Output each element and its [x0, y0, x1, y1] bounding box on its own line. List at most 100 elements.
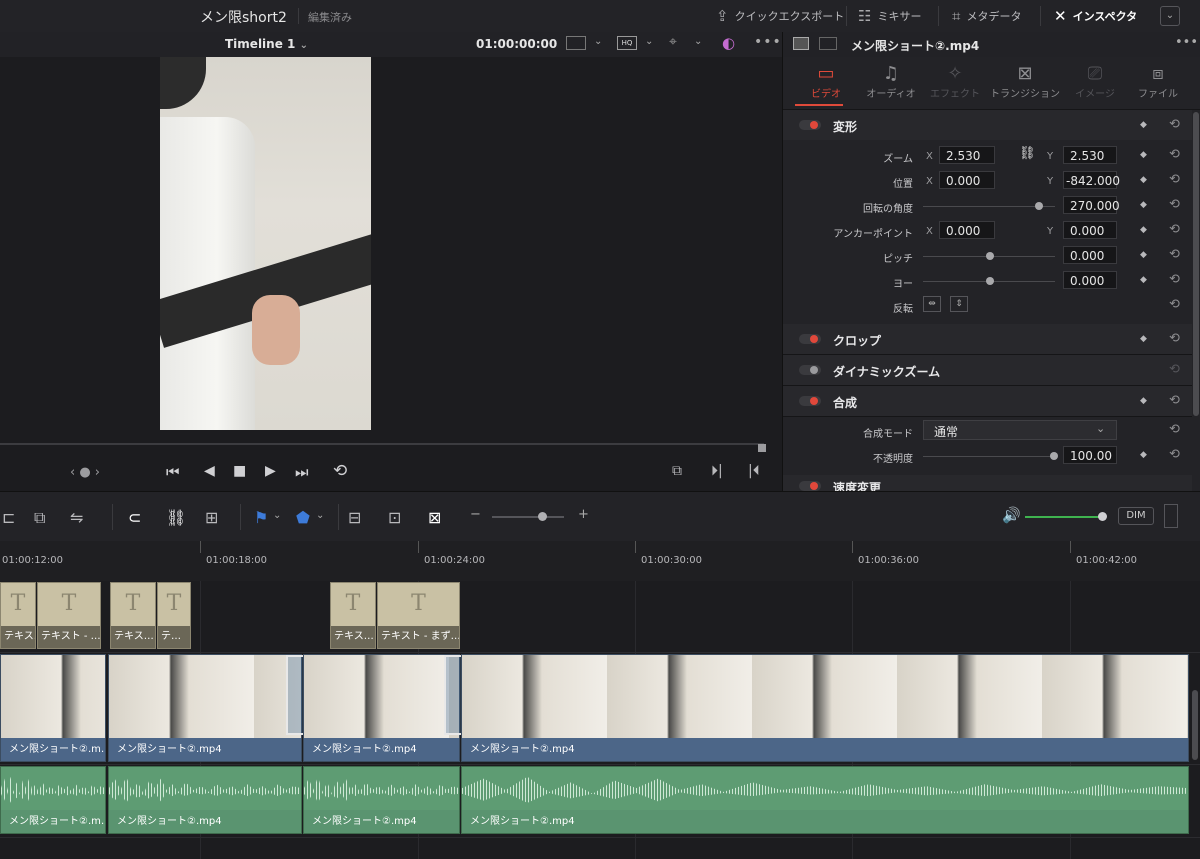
keyframe-diamond-icon[interactable]: ◆ — [1140, 450, 1147, 460]
rotation-slider-knob[interactable] — [1035, 202, 1043, 210]
reset-icon[interactable]: ⟲ — [1169, 222, 1180, 237]
crop-enable-toggle[interactable] — [799, 334, 821, 344]
play-icon[interactable]: ▶ — [265, 463, 276, 479]
volume-slider[interactable] — [1025, 516, 1105, 518]
timeline-ruler[interactable]: 01:00:12:00 01:00:18:00 01:00:24:00 01:0… — [0, 541, 1200, 582]
reset-icon[interactable]: ⟲ — [1169, 297, 1180, 312]
dual-view-icon[interactable] — [819, 37, 837, 50]
audio-clip[interactable]: メン限ショート②.mp4 — [108, 766, 302, 834]
timeline-scrollbar[interactable] — [1192, 690, 1198, 760]
transform-enable-toggle[interactable] — [799, 120, 821, 130]
yaw-field[interactable]: 0.000 — [1063, 271, 1117, 289]
reset-icon[interactable]: ⟲ — [1169, 247, 1180, 262]
audio-meter-icon[interactable] — [1164, 504, 1178, 528]
viewer-canvas[interactable] — [0, 57, 782, 433]
video-clip[interactable]: メン限ショート②.mp4 — [461, 654, 1189, 762]
keyframe-diamond-icon[interactable]: ◆ — [1140, 334, 1147, 344]
audio-clip[interactable]: メン限ショート②.mp4 — [303, 766, 460, 834]
single-view-icon[interactable] — [793, 37, 809, 50]
tab-video[interactable]: ▭ ビデオ — [791, 63, 861, 100]
keyframe-diamond-icon[interactable]: ◆ — [1140, 200, 1147, 210]
anchor-y-field[interactable]: 0.000 — [1063, 221, 1117, 239]
composite-section-header[interactable]: 合成 ◆ ⟲ — [783, 386, 1192, 417]
zoom-in-icon[interactable]: + — [578, 507, 589, 522]
link-icon[interactable]: ⛓ — [1019, 146, 1036, 161]
zoom-out-icon[interactable]: − — [470, 507, 481, 522]
keyframe-diamond-icon[interactable]: ◆ — [1140, 275, 1147, 285]
speed-change-enable-toggle[interactable] — [799, 481, 821, 491]
keyframe-diamond-icon[interactable]: ◆ — [1140, 225, 1147, 235]
timeline-zoom-knob[interactable] — [538, 512, 547, 521]
audio-clip[interactable]: メン限ショート②.m… — [0, 766, 106, 834]
dynamic-trim-icon[interactable]: ⧉ — [34, 508, 45, 528]
inspector-scrollbar[interactable] — [1193, 112, 1199, 416]
more-options-icon[interactable]: ••• — [754, 34, 782, 50]
timeline-zoom-slider[interactable] — [492, 516, 564, 518]
inspector-button[interactable]: ✕ インスペクタ — [1054, 0, 1137, 32]
text-clip[interactable]: T テキス… — [330, 582, 376, 649]
keyframe-diamond-icon[interactable]: ◆ — [1140, 250, 1147, 260]
next-edit-icon[interactable]: ⏵| — [711, 463, 723, 479]
reset-icon[interactable]: ⟲ — [1169, 272, 1180, 287]
dynamic-zoom-enable-toggle[interactable] — [799, 365, 821, 375]
tab-image[interactable]: ⎚ イメージ — [1060, 63, 1130, 100]
linked-selection-icon[interactable]: ⛓ — [166, 508, 186, 527]
loop-icon[interactable]: ⟲ — [333, 461, 347, 481]
video-clip[interactable]: メン限ショート②.mp4 — [108, 654, 302, 762]
video-clip[interactable]: メン限ショート②.m… — [0, 654, 106, 762]
keyframe-diamond-icon[interactable]: ◆ — [1140, 175, 1147, 185]
opacity-slider-knob[interactable] — [1050, 452, 1058, 460]
anchor-x-field[interactable]: 0.000 — [939, 221, 995, 239]
playback-quality-icon[interactable]: HQ — [617, 36, 637, 50]
text-clip[interactable]: T テキスト - … — [37, 582, 101, 649]
transform-section-header[interactable]: 変形 ◆ ⟲ — [783, 110, 1192, 141]
audio-clip[interactable]: メン限ショート②.mp4 — [461, 766, 1189, 834]
blade-icon[interactable]: ⇋ — [70, 508, 83, 527]
flip-horizontal-icon[interactable]: ⇹ — [923, 296, 941, 312]
timeline-selector[interactable]: Timeline 1 ⌄ — [225, 37, 308, 51]
chevron-down-icon[interactable]: ⌄ — [694, 36, 702, 47]
previous-edit-icon[interactable]: |⏴ — [748, 463, 760, 479]
composite-mode-dropdown[interactable]: 通常 ⌄ — [923, 420, 1117, 440]
more-options-icon[interactable]: ••• — [1175, 35, 1198, 50]
marker-icon[interactable]: ⬟ — [296, 508, 310, 527]
metadata-button[interactable]: ⌗ メタデータ — [952, 0, 1021, 32]
dim-button[interactable]: DIM — [1118, 507, 1154, 525]
overlay-icon[interactable]: ⌖ — [669, 34, 677, 50]
keyframe-diamond-icon[interactable]: ◆ — [1140, 396, 1147, 406]
rotation-field[interactable]: 270.000 — [1063, 196, 1120, 214]
workspace-menu-button[interactable]: ⌄ — [1160, 6, 1180, 26]
reset-icon[interactable]: ⟲ — [1169, 172, 1180, 187]
viewer-size-icon[interactable] — [566, 36, 586, 50]
keyframe-diamond-icon[interactable]: ◆ — [1140, 120, 1147, 130]
tab-file[interactable]: ⧈ ファイル — [1123, 63, 1193, 100]
tab-audio[interactable]: ♫ オーディオ — [856, 63, 926, 100]
zoom-custom-icon[interactable]: ⊠ — [428, 508, 441, 527]
speed-change-section-header[interactable]: 速度変更 — [783, 475, 1192, 492]
snapping-icon[interactable]: ⊂ — [128, 508, 141, 527]
position-lock-icon[interactable]: ⊞ — [205, 508, 218, 527]
dynamic-zoom-section-header[interactable]: ダイナミックズーム ⟲ — [783, 355, 1192, 386]
zoom-x-field[interactable]: 2.530 — [939, 146, 995, 164]
play-reverse-icon[interactable]: ◀ — [204, 463, 215, 479]
flip-vertical-icon[interactable]: ⇕ — [950, 296, 968, 312]
chevron-down-icon[interactable]: ⌄ — [316, 510, 324, 521]
mixer-button[interactable]: ☷ ミキサー — [858, 0, 921, 32]
reset-icon[interactable]: ⟲ — [1169, 197, 1180, 212]
opacity-field[interactable]: 100.00 — [1063, 446, 1117, 464]
volume-knob[interactable] — [1098, 512, 1107, 521]
trim-mode-icon[interactable]: ⊏ — [2, 508, 15, 527]
text-clip[interactable]: T テ… — [157, 582, 191, 649]
reset-icon[interactable]: ⟲ — [1169, 362, 1180, 377]
quick-export-button[interactable]: ⇪ クイックエクスポート — [716, 0, 844, 32]
color-scope-icon[interactable]: ◐ — [722, 34, 735, 52]
chevron-down-icon[interactable]: ⌄ — [273, 510, 281, 521]
reset-icon[interactable]: ⟲ — [1169, 422, 1180, 437]
zoom-full-icon[interactable]: ⊟ — [348, 508, 361, 527]
keyframe-diamond-icon[interactable]: ◆ — [1140, 150, 1147, 160]
chevron-down-icon[interactable]: ⌄ — [594, 36, 602, 47]
position-y-field[interactable]: -842.000 — [1063, 171, 1120, 189]
reset-icon[interactable]: ⟲ — [1169, 447, 1180, 462]
composite-enable-toggle[interactable] — [799, 396, 821, 406]
reset-icon[interactable]: ⟲ — [1169, 147, 1180, 162]
